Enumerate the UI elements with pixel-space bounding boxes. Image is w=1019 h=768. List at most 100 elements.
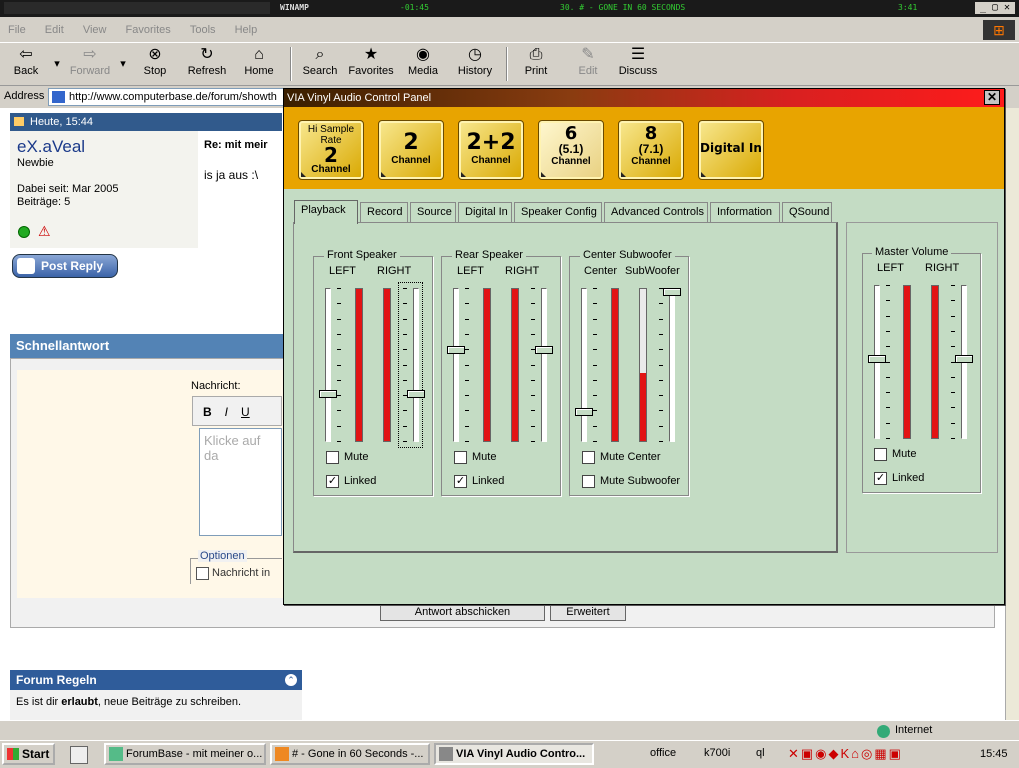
channel-2-button[interactable]: 2 Channel xyxy=(378,120,444,180)
stop-button[interactable]: ⊗ Stop xyxy=(138,45,172,77)
rear-right-slider-track[interactable] xyxy=(541,288,547,442)
front-mute-checkbox[interactable] xyxy=(326,451,339,464)
message-textarea[interactable]: Klicke auf da xyxy=(199,428,282,536)
window-controls[interactable]: _ ▢ ✕ xyxy=(975,2,1015,14)
options-checkbox[interactable] xyxy=(196,567,209,580)
task-winamp[interactable]: # - Gone in 60 Seconds -... xyxy=(270,743,430,765)
quick-office[interactable]: office xyxy=(650,747,676,759)
via-close-button[interactable]: ✕ xyxy=(984,90,1000,105)
center-slider-track[interactable] xyxy=(581,288,587,442)
subwoofer-slider-thumb[interactable] xyxy=(663,288,681,296)
tab-advanced-controls[interactable]: Advanced Controls xyxy=(604,202,708,222)
channel-8-button[interactable]: 8 (7.1) Channel xyxy=(618,120,684,180)
tick-mark xyxy=(337,441,341,442)
subwoofer-label: SubWoofer xyxy=(625,265,680,277)
refresh-button[interactable]: ↻ Refresh xyxy=(184,45,230,77)
tab-playback[interactable]: Playback xyxy=(294,200,358,224)
task-via-panel[interactable]: VIA Vinyl Audio Contro... xyxy=(434,743,594,765)
address-input[interactable]: http://www.computerbase.de/forum/showth xyxy=(48,88,288,106)
report-icon[interactable]: ⚠ xyxy=(38,223,51,240)
italic-button[interactable]: I xyxy=(225,405,228,419)
show-desktop-icon[interactable] xyxy=(70,746,88,764)
start-button[interactable]: Start xyxy=(2,743,55,765)
advanced-button[interactable]: Erweitert xyxy=(550,603,626,621)
print-button[interactable]: ⎙ Print xyxy=(520,45,552,77)
menu-favorites[interactable]: Favorites xyxy=(118,17,179,43)
via-title-bar[interactable]: VIA Vinyl Audio Control Panel xyxy=(284,89,1004,107)
rear-right-slider-thumb[interactable] xyxy=(535,346,553,355)
tick-mark xyxy=(531,364,535,366)
tick-mark xyxy=(659,425,663,427)
rear-left-slider-track[interactable] xyxy=(453,288,459,442)
system-tray-icons[interactable]: ✕▣◉◆K⌂◎▦▣ xyxy=(788,746,976,764)
digital-in-button[interactable]: Digital In xyxy=(698,120,764,180)
discuss-button[interactable]: ☰ Discuss xyxy=(618,45,658,77)
menu-edit[interactable]: Edit xyxy=(37,17,72,43)
back-button[interactable]: ⇦ Back xyxy=(8,45,44,77)
front-left-slider-track[interactable] xyxy=(325,288,331,442)
bold-button[interactable]: B xyxy=(203,405,212,419)
center-slider-thumb[interactable] xyxy=(575,407,593,416)
channel-2-hsr-button[interactable]: Hi Sample Rate 2 Channel xyxy=(298,120,364,180)
master-right-slider-thumb[interactable] xyxy=(955,355,973,364)
submit-reply-button[interactable]: Antwort abschicken xyxy=(380,603,545,621)
user-joined: Dabei seit: Mar 2005 xyxy=(17,183,119,195)
winamp-minibar[interactable] xyxy=(4,2,270,14)
front-right-slider-thumb[interactable] xyxy=(407,390,425,399)
tick-mark xyxy=(337,364,341,366)
history-button[interactable]: ◷ History xyxy=(455,45,495,77)
username-link[interactable]: eX.aVeal xyxy=(17,137,85,157)
front-left-slider-thumb[interactable] xyxy=(319,390,337,399)
back-dropdown[interactable]: ▾ xyxy=(50,57,64,70)
master-volume-title: Master Volume xyxy=(872,246,952,258)
mute-center-checkbox[interactable] xyxy=(582,451,595,464)
post-title: Re: mit meir xyxy=(204,139,268,151)
master-mute-checkbox[interactable] xyxy=(874,448,887,461)
search-button[interactable]: ⌕ Search xyxy=(300,45,340,77)
channel-6-button[interactable]: 6 (5.1) Channel xyxy=(538,120,604,180)
tab-source[interactable]: Source xyxy=(410,202,456,222)
task-forumbase[interactable]: ForumBase - mit meiner o... xyxy=(104,743,266,765)
master-linked-checkbox[interactable]: ✓ xyxy=(874,472,887,485)
forum-rules-body: Es ist dir erlaubt, neue Beiträge zu sch… xyxy=(10,690,302,720)
post-reply-button[interactable]: Post Reply xyxy=(12,254,118,278)
front-linked-checkbox[interactable]: ✓ xyxy=(326,475,339,488)
subwoofer-level-meter xyxy=(639,288,647,442)
tab-record[interactable]: Record xyxy=(360,202,408,222)
tick-mark xyxy=(886,422,890,424)
edit-button[interactable]: ✎ Edit xyxy=(572,45,604,77)
tick-mark xyxy=(337,288,341,289)
tick-mark xyxy=(531,288,535,289)
tick-mark xyxy=(886,438,890,439)
favorites-button[interactable]: ★ Favorites xyxy=(346,45,396,77)
quick-ql[interactable]: ql xyxy=(756,747,765,759)
underline-button[interactable]: U xyxy=(241,405,250,419)
home-button[interactable]: ⌂ Home xyxy=(240,45,278,77)
subwoofer-slider-track[interactable] xyxy=(669,288,675,442)
tab-speaker-config[interactable]: Speaker Config xyxy=(514,202,602,222)
collapse-icon[interactable]: ⌃ xyxy=(285,674,297,686)
channel-2plus2-button[interactable]: 2+2 Channel xyxy=(458,120,524,180)
menu-file[interactable]: File xyxy=(0,17,34,43)
rear-mute-checkbox[interactable] xyxy=(454,451,467,464)
page-scrollbar[interactable] xyxy=(1005,108,1019,720)
tick-mark xyxy=(886,376,890,378)
menu-tools[interactable]: Tools xyxy=(182,17,224,43)
rear-left-level-fill xyxy=(484,289,490,441)
online-status-icon xyxy=(18,226,30,238)
media-button[interactable]: ◉ Media xyxy=(406,45,440,77)
quick-k700i[interactable]: k700i xyxy=(704,747,730,759)
rear-left-slider-thumb[interactable] xyxy=(447,346,465,355)
forward-button[interactable]: ⇨ Forward xyxy=(68,45,112,77)
rear-linked-checkbox[interactable]: ✓ xyxy=(454,475,467,488)
forward-dropdown[interactable]: ▾ xyxy=(116,57,130,70)
mute-sub-checkbox[interactable] xyxy=(582,475,595,488)
tab-digital-in[interactable]: Digital In xyxy=(458,202,512,222)
menu-view[interactable]: View xyxy=(75,17,115,43)
front-right-slider-track[interactable] xyxy=(413,288,419,442)
menu-help[interactable]: Help xyxy=(227,17,266,43)
master-left-slider-thumb[interactable] xyxy=(868,355,886,364)
tab-information[interactable]: Information xyxy=(710,202,780,222)
tick-mark xyxy=(886,315,890,317)
tab-qsound[interactable]: QSound xyxy=(782,202,832,222)
